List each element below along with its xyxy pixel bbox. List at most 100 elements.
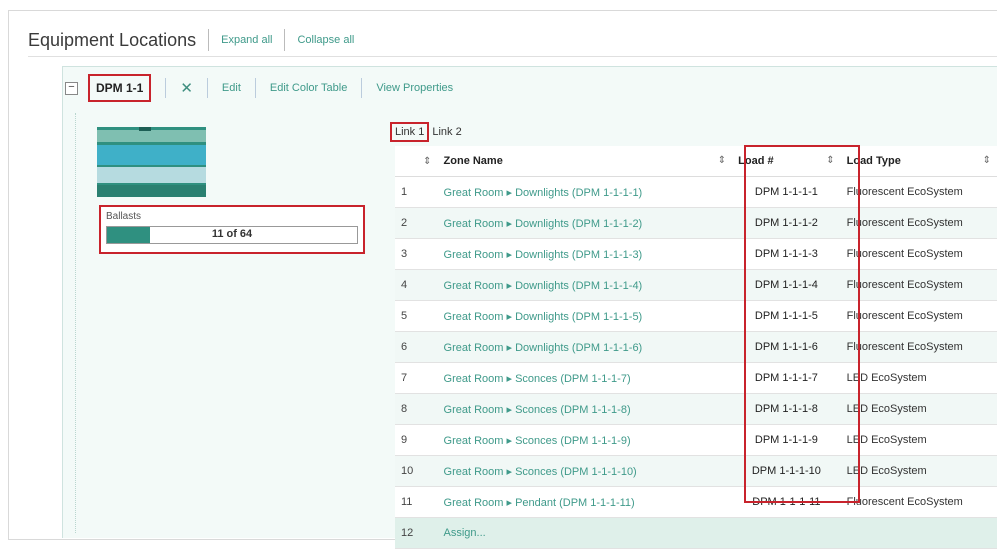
row-number: 3 xyxy=(395,238,438,270)
device-image-base xyxy=(97,185,206,197)
row-number: 2 xyxy=(395,207,438,239)
load-type-cell: LED EcoSystem xyxy=(840,455,997,487)
row-number: 8 xyxy=(395,393,438,425)
load-number-cell: DPM 1-1-1-2 xyxy=(732,207,841,239)
page-title: Equipment Locations xyxy=(28,29,197,50)
row-number: 9 xyxy=(395,424,438,456)
assign-link[interactable]: Assign... xyxy=(437,517,733,549)
load-type-cell: Fluorescent EcoSystem xyxy=(840,331,997,363)
toolbar-divider xyxy=(206,78,208,98)
table-row[interactable]: 11 Great Room ▸ Pendant (DPM 1-1-1-11) DPM… xyxy=(395,486,997,518)
collapse-toggle-icon[interactable]: − xyxy=(65,81,78,95)
device-image-panel xyxy=(97,145,206,165)
empty-cell xyxy=(840,517,997,549)
link-tab-2[interactable]: Link 2 xyxy=(429,124,464,140)
zone-name-cell[interactable]: Great Room ▸ Pendant (DPM 1-1-1-11) xyxy=(437,486,733,518)
load-number-cell: DPM 1-1-1-5 xyxy=(732,300,841,332)
zone-name-cell[interactable]: Great Room ▸ Downlights (DPM 1-1-1-1) xyxy=(437,176,733,208)
load-number-cell: DPM 1-1-1-4 xyxy=(732,269,841,301)
view-properties-link[interactable]: View Properties xyxy=(376,82,453,94)
assign-row[interactable]: 12 Assign... xyxy=(395,517,997,549)
load-number-cell: DPM 1-1-1-8 xyxy=(732,393,841,425)
load-number-cell: DPM 1-1-1-1 xyxy=(732,176,841,208)
expand-all-link[interactable]: Expand all xyxy=(221,34,272,46)
device-image-panel xyxy=(97,167,206,183)
link-tab-1[interactable]: Link 1 xyxy=(390,122,430,142)
row-number: 5 xyxy=(395,300,438,332)
load-type-cell: Fluorescent EcoSystem xyxy=(840,207,997,239)
zone-name-cell[interactable]: Great Room ▸ Downlights (DPM 1-1-1-6) xyxy=(437,331,733,363)
load-type-cell: Fluorescent EcoSystem xyxy=(840,238,997,270)
zone-name-cell[interactable]: Great Room ▸ Downlights (DPM 1-1-1-5) xyxy=(437,300,733,332)
header-divider xyxy=(208,29,210,51)
load-type-cell: LED EcoSystem xyxy=(840,393,997,425)
zone-name-cell[interactable]: Great Room ▸ Sconces (DPM 1-1-1-7) xyxy=(437,362,733,394)
load-type-cell: Fluorescent EcoSystem xyxy=(840,269,997,301)
delete-icon[interactable]: ✕ xyxy=(180,79,193,97)
table-row[interactable]: 1 Great Room ▸ Downlights (DPM 1-1-1-1) DP… xyxy=(395,176,997,208)
zone-table: ⇕ Zone Name ⇕ Load # ⇕ Load Type ⇕ 1 Great R… xyxy=(395,146,997,549)
edit-color-table-link[interactable]: Edit Color Table xyxy=(270,82,347,94)
column-header-load-type[interactable]: Load Type ⇕ xyxy=(840,146,997,177)
table-header-row: ⇕ Zone Name ⇕ Load # ⇕ Load Type ⇕ xyxy=(395,146,997,177)
load-type-cell: Fluorescent EcoSystem xyxy=(840,300,997,332)
device-image-panel xyxy=(97,130,206,142)
table-row[interactable]: 4 Great Room ▸ Downlights (DPM 1-1-1-4) DP… xyxy=(395,269,997,301)
row-number: 11 xyxy=(395,486,438,518)
load-type-cell: Fluorescent EcoSystem xyxy=(840,486,997,518)
table-row[interactable]: 2 Great Room ▸ Downlights (DPM 1-1-1-2) DP… xyxy=(395,207,997,239)
load-number-cell: DPM 1-1-1-6 xyxy=(732,331,841,363)
ballast-progress-text: 11 of 64 xyxy=(211,228,253,240)
row-number: 7 xyxy=(395,362,438,394)
row-number: 4 xyxy=(395,269,438,301)
row-number: 6 xyxy=(395,331,438,363)
zone-name-cell[interactable]: Great Room ▸ Sconces (DPM 1-1-1-9) xyxy=(437,424,733,456)
header-bar: Equipment Locations Expand all Collapse … xyxy=(28,25,354,55)
load-number-cell: DPM 1-1-1-11 xyxy=(732,486,841,518)
zone-name-cell[interactable]: Great Room ▸ Downlights (DPM 1-1-1-2) xyxy=(437,207,733,239)
toolbar-divider xyxy=(361,78,363,98)
load-type-cell: LED EcoSystem xyxy=(840,362,997,394)
ballast-summary: Ballasts 11 of 64 xyxy=(99,205,365,254)
ballast-label: Ballasts xyxy=(106,211,142,222)
table-row[interactable]: 10 Great Room ▸ Sconces (DPM 1-1-1-10) DPM… xyxy=(395,455,997,487)
edit-link[interactable]: Edit xyxy=(222,82,241,94)
row-number: 1 xyxy=(395,176,438,208)
load-number-cell: DPM 1-1-1-7 xyxy=(732,362,841,394)
load-number-cell: DPM 1-1-1-3 xyxy=(732,238,841,270)
device-name-label: DPM 1-1 xyxy=(88,74,152,102)
column-header-number[interactable]: ⇕ xyxy=(395,146,438,177)
collapse-all-link[interactable]: Collapse all xyxy=(297,34,354,46)
device-image xyxy=(97,127,206,197)
sort-icon[interactable]: ⇕ xyxy=(423,156,431,167)
zone-name-cell[interactable]: Great Room ▸ Sconces (DPM 1-1-1-8) xyxy=(437,393,733,425)
header-rule xyxy=(28,56,997,57)
ballast-progress-bar: 11 of 64 xyxy=(106,226,358,244)
zone-name-cell[interactable]: Great Room ▸ Downlights (DPM 1-1-1-3) xyxy=(437,238,733,270)
sort-icon[interactable]: ⇕ xyxy=(718,155,726,166)
sort-icon[interactable]: ⇕ xyxy=(983,155,991,166)
device-toolbar: − DPM 1-1 ✕ Edit Edit Color Table View P… xyxy=(65,73,453,103)
table-row[interactable]: 5 Great Room ▸ Downlights (DPM 1-1-1-5) DP… xyxy=(395,300,997,332)
header-divider xyxy=(284,29,286,51)
toolbar-divider xyxy=(254,78,256,98)
load-number-cell: DPM 1-1-1-9 xyxy=(732,424,841,456)
table-row[interactable]: 7 Great Room ▸ Sconces (DPM 1-1-1-7) DPM 1… xyxy=(395,362,997,394)
table-row[interactable]: 6 Great Room ▸ Downlights (DPM 1-1-1-6) DP… xyxy=(395,331,997,363)
table-row[interactable]: 3 Great Room ▸ Downlights (DPM 1-1-1-3) DP… xyxy=(395,238,997,270)
sort-icon[interactable]: ⇕ xyxy=(826,155,834,166)
load-type-cell: Fluorescent EcoSystem xyxy=(840,176,997,208)
column-header-load-number[interactable]: Load # ⇕ xyxy=(732,146,841,177)
row-number: 12 xyxy=(395,517,438,549)
column-header-zone-name[interactable]: Zone Name ⇕ xyxy=(437,146,733,177)
zone-name-cell[interactable]: Great Room ▸ Downlights (DPM 1-1-1-4) xyxy=(437,269,733,301)
row-number: 10 xyxy=(395,455,438,487)
load-number-cell: DPM 1-1-1-10 xyxy=(732,455,841,487)
table-row[interactable]: 9 Great Room ▸ Sconces (DPM 1-1-1-9) DPM 1… xyxy=(395,424,997,456)
zone-name-cell[interactable]: Great Room ▸ Sconces (DPM 1-1-1-10) xyxy=(437,455,733,487)
device-image-led xyxy=(139,127,151,131)
link-tabs: Link 1 Link 2 xyxy=(390,122,465,142)
table-row[interactable]: 8 Great Room ▸ Sconces (DPM 1-1-1-8) DPM 1… xyxy=(395,393,997,425)
zone-table-body: 1 Great Room ▸ Downlights (DPM 1-1-1-1) DP… xyxy=(395,176,997,549)
toolbar-divider xyxy=(165,78,167,98)
